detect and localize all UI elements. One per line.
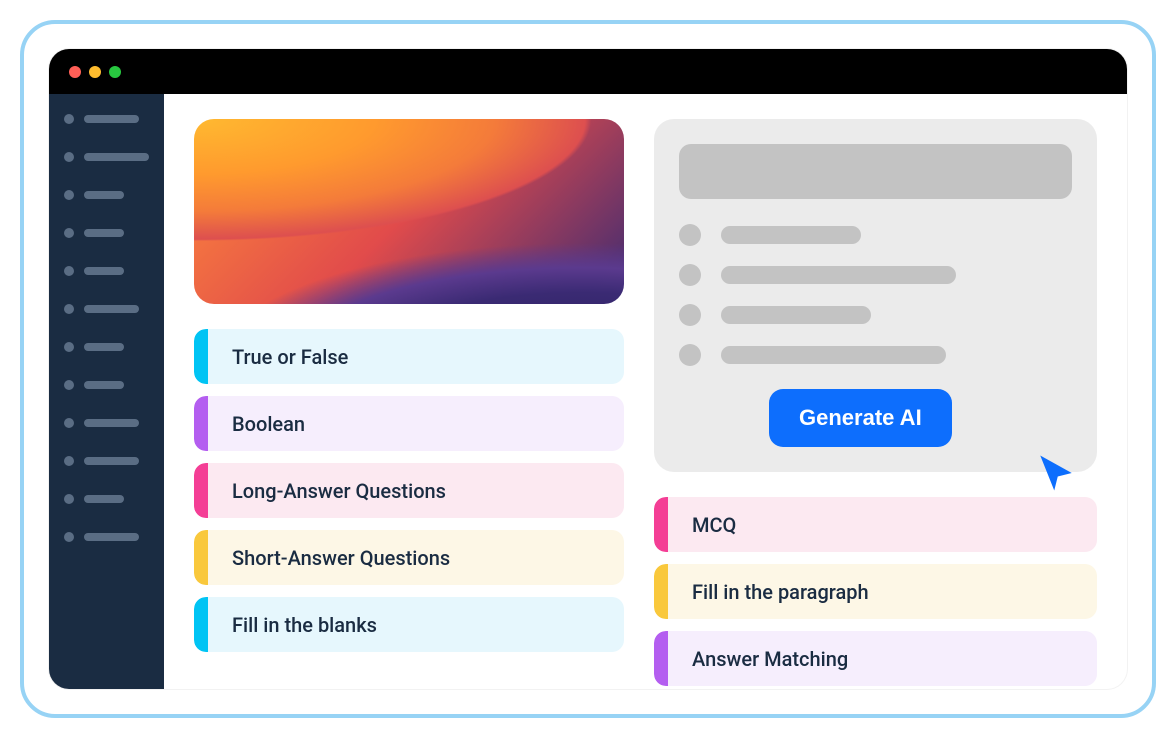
color-stripe <box>654 497 668 552</box>
sidebar-item-label <box>84 267 124 275</box>
bullet-icon <box>64 342 74 352</box>
sidebar-item[interactable] <box>64 494 149 504</box>
panel-row <box>679 224 1072 246</box>
bullet-icon <box>64 152 74 162</box>
sidebar-item-label <box>84 381 124 389</box>
bullet-icon <box>679 264 701 286</box>
bullet-icon <box>64 266 74 276</box>
bullet-icon <box>64 494 74 504</box>
sidebar-item[interactable] <box>64 532 149 542</box>
panel-header-placeholder <box>679 144 1072 199</box>
sidebar-item[interactable] <box>64 304 149 314</box>
minimize-icon[interactable] <box>89 66 101 78</box>
question-type-item[interactable]: Fill in the blanks <box>194 597 624 652</box>
sidebar-item-label <box>84 153 149 161</box>
question-type-label: True or False <box>208 345 348 369</box>
bullet-icon <box>64 418 74 428</box>
app-window: True or False Boolean Long-Answer Question… <box>49 49 1127 689</box>
sidebar-item-label <box>84 419 139 427</box>
panel-row <box>679 264 1072 286</box>
sidebar-item[interactable] <box>64 228 149 238</box>
sidebar-item[interactable] <box>64 380 149 390</box>
bullet-icon <box>679 344 701 366</box>
color-stripe <box>654 631 668 686</box>
sidebar-item-label <box>84 229 124 237</box>
bullet-icon <box>679 224 701 246</box>
color-stripe <box>194 463 208 518</box>
sidebar-item-label <box>84 495 124 503</box>
sidebar-item-label <box>84 305 139 313</box>
sidebar-item-label <box>84 533 139 541</box>
sidebar-item-label <box>84 343 124 351</box>
question-type-label: Boolean <box>208 412 305 436</box>
bullet-icon <box>64 380 74 390</box>
sidebar-item[interactable] <box>64 418 149 428</box>
sidebar-item[interactable] <box>64 190 149 200</box>
question-type-label: Fill in the paragraph <box>668 580 869 604</box>
bullet-icon <box>64 228 74 238</box>
sidebar-item-label <box>84 457 139 465</box>
bullet-icon <box>64 532 74 542</box>
question-type-item[interactable]: Long-Answer Questions <box>194 463 624 518</box>
color-stripe <box>194 329 208 384</box>
sidebar-item-label <box>84 115 139 123</box>
color-stripe <box>194 530 208 585</box>
question-type-label: MCQ <box>668 513 736 537</box>
color-stripe <box>194 597 208 652</box>
bullet-icon <box>64 190 74 200</box>
sidebar-item[interactable] <box>64 266 149 276</box>
maximize-icon[interactable] <box>109 66 121 78</box>
sidebar-item[interactable] <box>64 456 149 466</box>
hero-image <box>194 119 624 304</box>
titlebar <box>49 49 1127 94</box>
question-type-item[interactable]: Boolean <box>194 396 624 451</box>
bullet-icon <box>64 114 74 124</box>
close-icon[interactable] <box>69 66 81 78</box>
question-type-item[interactable]: Fill in the paragraph <box>654 564 1097 619</box>
placeholder-line <box>721 346 946 364</box>
question-type-item[interactable]: MCQ <box>654 497 1097 552</box>
left-column: True or False Boolean Long-Answer Question… <box>194 119 624 664</box>
placeholder-line <box>721 226 861 244</box>
outer-frame: True or False Boolean Long-Answer Question… <box>20 20 1156 718</box>
sidebar-item[interactable] <box>64 342 149 352</box>
placeholder-line <box>721 306 871 324</box>
right-column: Generate AI MCQFill in the paragraphAnsw… <box>654 119 1097 664</box>
placeholder-line <box>721 266 956 284</box>
panel-row <box>679 344 1072 366</box>
generate-ai-button[interactable]: Generate AI <box>769 389 952 447</box>
color-stripe <box>654 564 668 619</box>
question-type-item[interactable]: True or False <box>194 329 624 384</box>
question-type-label: Fill in the blanks <box>208 613 377 637</box>
sidebar-item-label <box>84 191 124 199</box>
main: True or False Boolean Long-Answer Question… <box>164 94 1127 689</box>
sidebar-item[interactable] <box>64 114 149 124</box>
sidebar-item[interactable] <box>64 152 149 162</box>
generate-panel: Generate AI <box>654 119 1097 472</box>
content: True or False Boolean Long-Answer Question… <box>49 94 1127 689</box>
sidebar <box>49 94 164 689</box>
bullet-icon <box>64 456 74 466</box>
color-stripe <box>194 396 208 451</box>
panel-row <box>679 304 1072 326</box>
question-type-label: Short-Answer Questions <box>208 546 450 570</box>
question-type-item[interactable]: Answer Matching <box>654 631 1097 686</box>
cursor-icon <box>1035 452 1077 494</box>
bullet-icon <box>64 304 74 314</box>
question-type-label: Long-Answer Questions <box>208 479 446 503</box>
question-type-label: Answer Matching <box>668 647 848 671</box>
bullet-icon <box>679 304 701 326</box>
question-type-item[interactable]: Short-Answer Questions <box>194 530 624 585</box>
